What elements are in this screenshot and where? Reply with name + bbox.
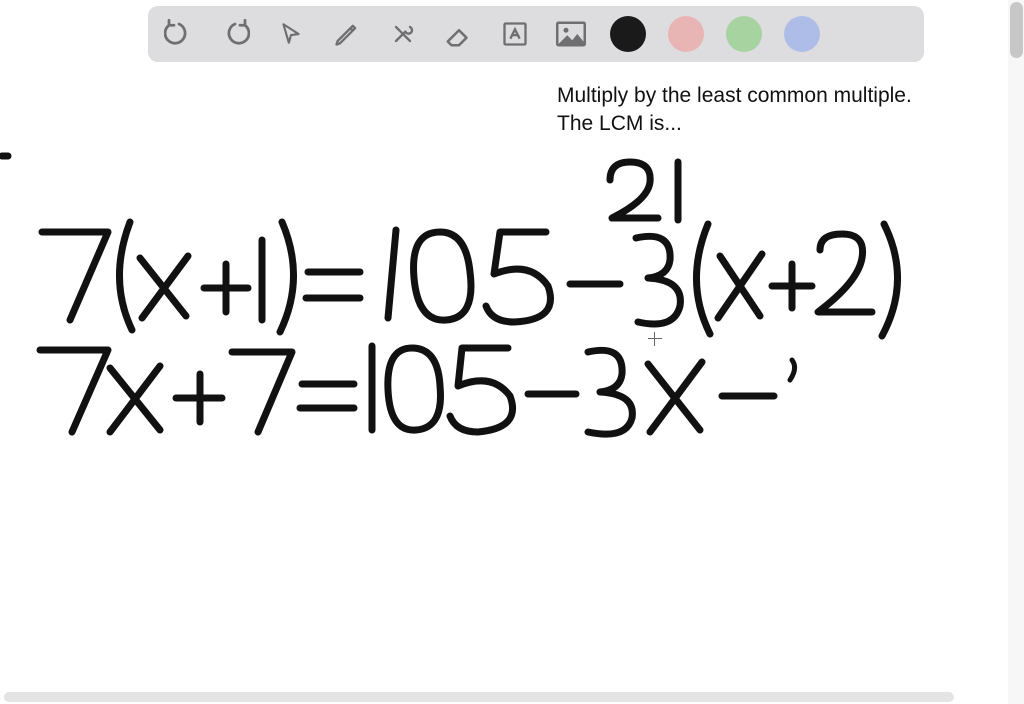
tools-button[interactable] bbox=[386, 17, 420, 51]
color-blue[interactable] bbox=[784, 16, 820, 52]
pencil-tool[interactable] bbox=[330, 17, 364, 51]
image-tool[interactable] bbox=[554, 17, 588, 51]
pencil-icon bbox=[333, 20, 361, 48]
vertical-scrollbar-thumb[interactable] bbox=[1010, 2, 1023, 58]
whiteboard-viewport: Multiply by the least common multiple. T… bbox=[0, 0, 1024, 704]
eraser-tool[interactable] bbox=[442, 17, 476, 51]
image-icon bbox=[556, 21, 586, 47]
caption-line-2: The LCM is... bbox=[557, 110, 912, 138]
color-red[interactable] bbox=[668, 16, 704, 52]
color-black[interactable] bbox=[610, 16, 646, 52]
tools-icon bbox=[389, 20, 417, 48]
color-green[interactable] bbox=[726, 16, 762, 52]
hw-line-2 bbox=[40, 346, 795, 434]
text-icon bbox=[501, 20, 529, 48]
drawing-toolbar bbox=[148, 6, 924, 62]
eraser-icon bbox=[444, 19, 474, 49]
hw-annotation-21 bbox=[610, 162, 678, 220]
pointer-tool[interactable] bbox=[274, 17, 308, 51]
redo-icon bbox=[220, 19, 250, 49]
redo-button[interactable] bbox=[218, 17, 252, 51]
crosshair-cursor bbox=[648, 332, 662, 346]
horizontal-scrollbar[interactable] bbox=[4, 692, 954, 702]
instruction-caption: Multiply by the least common multiple. T… bbox=[557, 82, 912, 139]
vertical-scrollbar[interactable] bbox=[1008, 0, 1024, 704]
undo-button[interactable] bbox=[162, 17, 196, 51]
hw-line-1 bbox=[42, 222, 898, 336]
caption-line-1: Multiply by the least common multiple. bbox=[557, 82, 912, 110]
pointer-icon bbox=[278, 21, 304, 47]
text-tool[interactable] bbox=[498, 17, 532, 51]
undo-icon bbox=[164, 19, 194, 49]
